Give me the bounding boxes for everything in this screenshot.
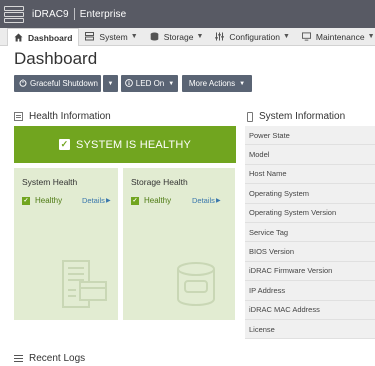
chevron-down-icon: ▼ [130, 33, 138, 40]
chevron-down-icon: ▼ [107, 80, 114, 87]
chevron-down-icon: ▼ [239, 80, 246, 87]
section-title: System Information [259, 111, 346, 122]
system-healthy-banner: ✓ SYSTEM IS HEALTHY [14, 126, 236, 163]
storage-health-panel: Storage Health ✓ Healthy Details ▶ [123, 168, 235, 320]
brand: iDRAC9 Enterprise [32, 8, 126, 20]
home-icon [14, 33, 23, 42]
tab-configuration[interactable]: Configuration ▼ [209, 28, 296, 45]
chevron-down-icon: ▼ [168, 80, 175, 87]
button-label: Graceful Shutdown [29, 79, 99, 88]
brand-divider [73, 8, 75, 20]
button-label: More Actions [188, 79, 236, 88]
recent-logs-heading: Recent Logs [14, 353, 85, 364]
power-icon [19, 78, 27, 89]
info-row-model: Model [245, 145, 375, 165]
database-icon [150, 32, 159, 41]
device-icon [247, 111, 253, 122]
info-row-os-version: Operating System Version [245, 203, 375, 223]
monitor-icon [301, 32, 311, 41]
section-title: Health Information [29, 111, 111, 122]
tab-label: Storage [163, 31, 194, 42]
link-text: Details [82, 196, 105, 205]
chevron-down-icon: ▼ [282, 33, 290, 40]
info-row-service-tag: Service Tag [245, 222, 375, 243]
idrac-logo-icon [4, 4, 26, 24]
tab-system[interactable]: System ▼ [79, 28, 143, 45]
shutdown-options-button[interactable]: ▼ [103, 75, 118, 92]
button-label: LED On [135, 79, 165, 88]
disk-illustration-icon [177, 262, 215, 306]
status-healthy: ✓ Healthy [131, 196, 171, 205]
info-icon [124, 78, 133, 89]
chevron-right-icon: ▶ [105, 198, 111, 204]
chevron-down-icon: ▼ [367, 33, 375, 40]
list-icon [14, 355, 23, 362]
main-nav: Dashboard System ▼ Storage ▼ Configurati… [0, 28, 375, 46]
page-title: Dashboard [14, 49, 98, 68]
top-header: iDRAC9 Enterprise [0, 0, 375, 28]
status-text: Healthy [35, 196, 63, 205]
system-health-details-link[interactable]: Details ▶ [82, 196, 111, 205]
led-toggle-button[interactable]: LED On ▼ [121, 75, 178, 92]
info-row-ip-address: IP Address [245, 281, 375, 301]
health-information-heading: Health Information [14, 111, 111, 122]
server-illustration-icon [62, 260, 107, 308]
checkmark-icon: ✓ [131, 196, 139, 205]
section-title: Recent Logs [29, 353, 86, 364]
info-row-power-state: Power State [245, 126, 375, 146]
status-text: Healthy [144, 196, 172, 205]
info-row-idrac-mac: iDRAC MAC Address [245, 300, 375, 320]
tab-label: Dashboard [28, 32, 73, 43]
product-edition: Enterprise [79, 8, 127, 20]
more-actions-button[interactable]: More Actions ▼ [182, 75, 252, 92]
tab-label: System [99, 31, 128, 42]
info-row-host-name: Host Name [245, 164, 375, 185]
storage-health-details-link[interactable]: Details ▶ [192, 196, 221, 205]
system-information-heading: System Information [247, 111, 345, 122]
sliders-icon [215, 32, 225, 41]
chevron-right-icon: ▶ [215, 198, 221, 204]
tab-label: Maintenance [315, 31, 365, 42]
product-name: iDRAC9 [32, 8, 69, 20]
system-health-panel: System Health ✓ Healthy Details ▶ [14, 168, 118, 320]
tab-dashboard[interactable]: Dashboard [7, 28, 80, 46]
status-healthy: ✓ Healthy [22, 196, 62, 205]
info-row-operating-system: Operating System [245, 184, 375, 204]
checkmark-icon: ✓ [22, 196, 30, 205]
grid-icon [14, 112, 23, 121]
tab-storage[interactable]: Storage ▼ [144, 28, 210, 45]
server-icon [85, 32, 95, 41]
checkmark-icon: ✓ [58, 139, 70, 150]
graceful-shutdown-button[interactable]: Graceful Shutdown [14, 75, 101, 92]
panel-title: System Health [22, 177, 78, 187]
info-row-idrac-firmware: iDRAC Firmware Version [245, 261, 375, 282]
panel-title: Storage Health [131, 177, 188, 187]
system-information-list: Power State Model Host Name Operating Sy… [245, 126, 375, 340]
banner-text: SYSTEM IS HEALTHY [75, 138, 192, 151]
tab-maintenance[interactable]: Maintenance ▼ [296, 28, 375, 45]
chevron-down-icon: ▼ [196, 33, 204, 40]
info-row-license: License [245, 319, 375, 340]
tab-label: Configuration [229, 31, 280, 42]
info-row-bios-version: BIOS Version [245, 242, 375, 262]
link-text: Details [192, 196, 215, 205]
